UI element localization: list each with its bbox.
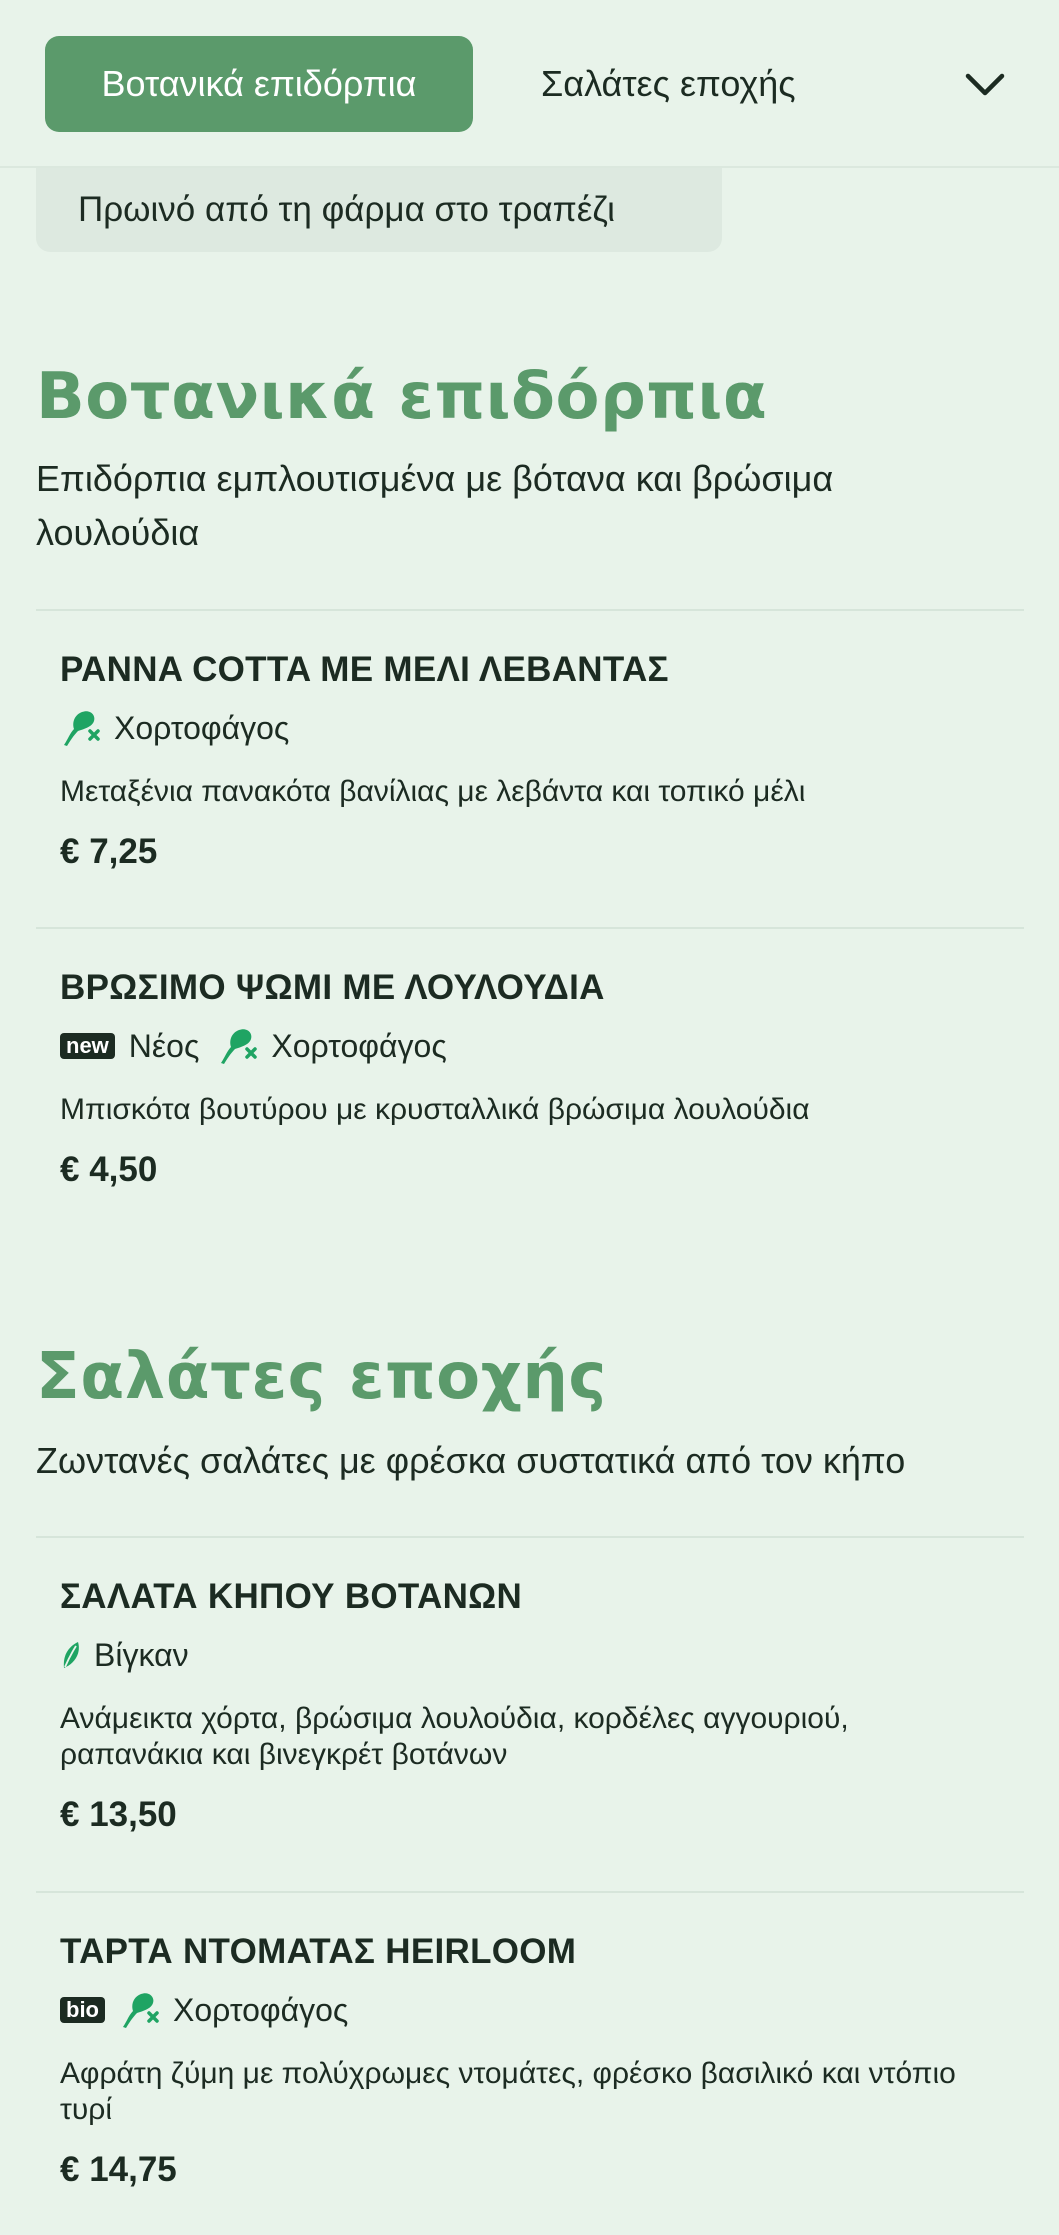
item-description: Μπισκότα βουτύρου με κρυσταλλικά βρώσιμα…	[60, 1093, 810, 1126]
vegetarian-icon	[221, 1029, 258, 1064]
item-name: ΣΑΛΑΤΑ ΚΗΠΟΥ ΒΟΤΑΝΩΝ	[60, 1577, 523, 1616]
new-badge: new	[60, 1033, 115, 1059]
tag-vegetarian: Χορτοφάγος	[119, 1991, 348, 2029]
menu-item[interactable]: PANNA COTTA ΜΕ ΜΕΛΙ ΛΕΒΑΝΤΑΣ Χορτοφάγος …	[60, 650, 1000, 872]
tab-botanical-desserts[interactable]: Βοτανικά επιδόρπια	[45, 36, 473, 132]
tab-label: Σαλάτες εποχής	[541, 63, 796, 104]
item-name: ΒΡΩΣΙΜΟ ΨΩΜΙ ΜΕ ΛΟΥΛΟΥΔΙΑ	[60, 968, 605, 1007]
tag-label: Χορτοφάγος	[114, 709, 290, 746]
item-name: PANNA COTTA ΜΕ ΜΕΛΙ ΛΕΒΑΝΤΑΣ	[60, 650, 669, 689]
item-tags: new Νέος Χορτοφάγος	[60, 1026, 1000, 1066]
tag-label: Χορτοφάγος	[173, 1991, 349, 2028]
item-price: € 4,50	[60, 1150, 158, 1189]
item-price: € 7,25	[60, 832, 158, 871]
section-title: Σαλάτες εποχής	[36, 1340, 607, 1414]
section-title: Βοτανικά επιδόρπια	[36, 360, 768, 434]
menu-item[interactable]: ΤΑΡΤΑ ΝΤΟΜΑΤΑΣ HEIRLOOM bio Χορτοφάγος Α…	[60, 1932, 1000, 2190]
menu-item[interactable]: ΒΡΩΣΙΜΟ ΨΩΜΙ ΜΕ ΛΟΥΛΟΥΔΙΑ new Νέος Χορτο…	[60, 968, 1000, 1190]
item-description: Αφράτη ζύμη με πολύχρωμες ντομάτες, φρέσ…	[60, 2057, 956, 2126]
section-description: Ζωντανές σαλάτες με φρέσκα συστατικά από…	[36, 1440, 906, 1481]
divider	[36, 609, 1024, 611]
tab-label: Βοτανικά επιδόρπια	[101, 63, 417, 104]
category-tab-bar: Βοτανικά επιδόρπια Σαλάτες εποχής	[0, 0, 1059, 168]
tag-vegan: Βίγκαν	[60, 1637, 189, 1674]
vegetarian-icon	[123, 1993, 159, 2028]
section-description: Επιδόρπια εμπλουτισμένα με βότανα και βρ…	[36, 458, 834, 553]
vegetarian-icon	[64, 711, 100, 746]
vegan-leaf-icon	[63, 1642, 79, 1668]
item-tags: Χορτοφάγος	[60, 708, 1000, 748]
item-tags: Βίγκαν	[60, 1635, 1000, 1675]
divider	[36, 1891, 1024, 1893]
tag-label: Χορτοφάγος	[271, 1027, 447, 1064]
divider	[36, 1536, 1024, 1538]
bio-badge: bio	[60, 1997, 105, 2023]
tag-new: Νέος	[129, 1028, 200, 1065]
menu-item[interactable]: ΣΑΛΑΤΑ ΚΗΠΟΥ ΒΟΤΑΝΩΝ Βίγκαν Ανάμεικτα χό…	[60, 1577, 1000, 1835]
chevron-down-icon[interactable]	[962, 62, 1008, 108]
item-tags: bio Χορτοφάγος	[60, 1990, 1000, 2030]
chip-label: Πρωινό από τη φάρμα στο τραπέζι	[78, 190, 615, 229]
tag-vegetarian: Χορτοφάγος	[60, 709, 289, 747]
tag-vegetarian: Χορτοφάγος	[217, 1027, 447, 1065]
item-description: Μεταξένια πανακότα βανίλιας με λεβάντα κ…	[60, 775, 806, 808]
item-description: Ανάμεικτα χόρτα, βρώσιμα λουλούδια, κορδ…	[60, 1702, 849, 1771]
item-price: € 13,50	[60, 1795, 177, 1834]
item-price: € 14,75	[60, 2150, 177, 2189]
category-chip-farm-breakfast[interactable]: Πρωινό από τη φάρμα στο τραπέζι	[36, 168, 722, 252]
tab-seasonal-salads[interactable]: Σαλάτες εποχής	[541, 36, 796, 132]
item-name: ΤΑΡΤΑ ΝΤΟΜΑΤΑΣ HEIRLOOM	[60, 1932, 577, 1971]
tag-label: Νέος	[128, 1027, 200, 1064]
divider	[36, 927, 1024, 929]
tag-label: Βίγκαν	[94, 1636, 189, 1673]
